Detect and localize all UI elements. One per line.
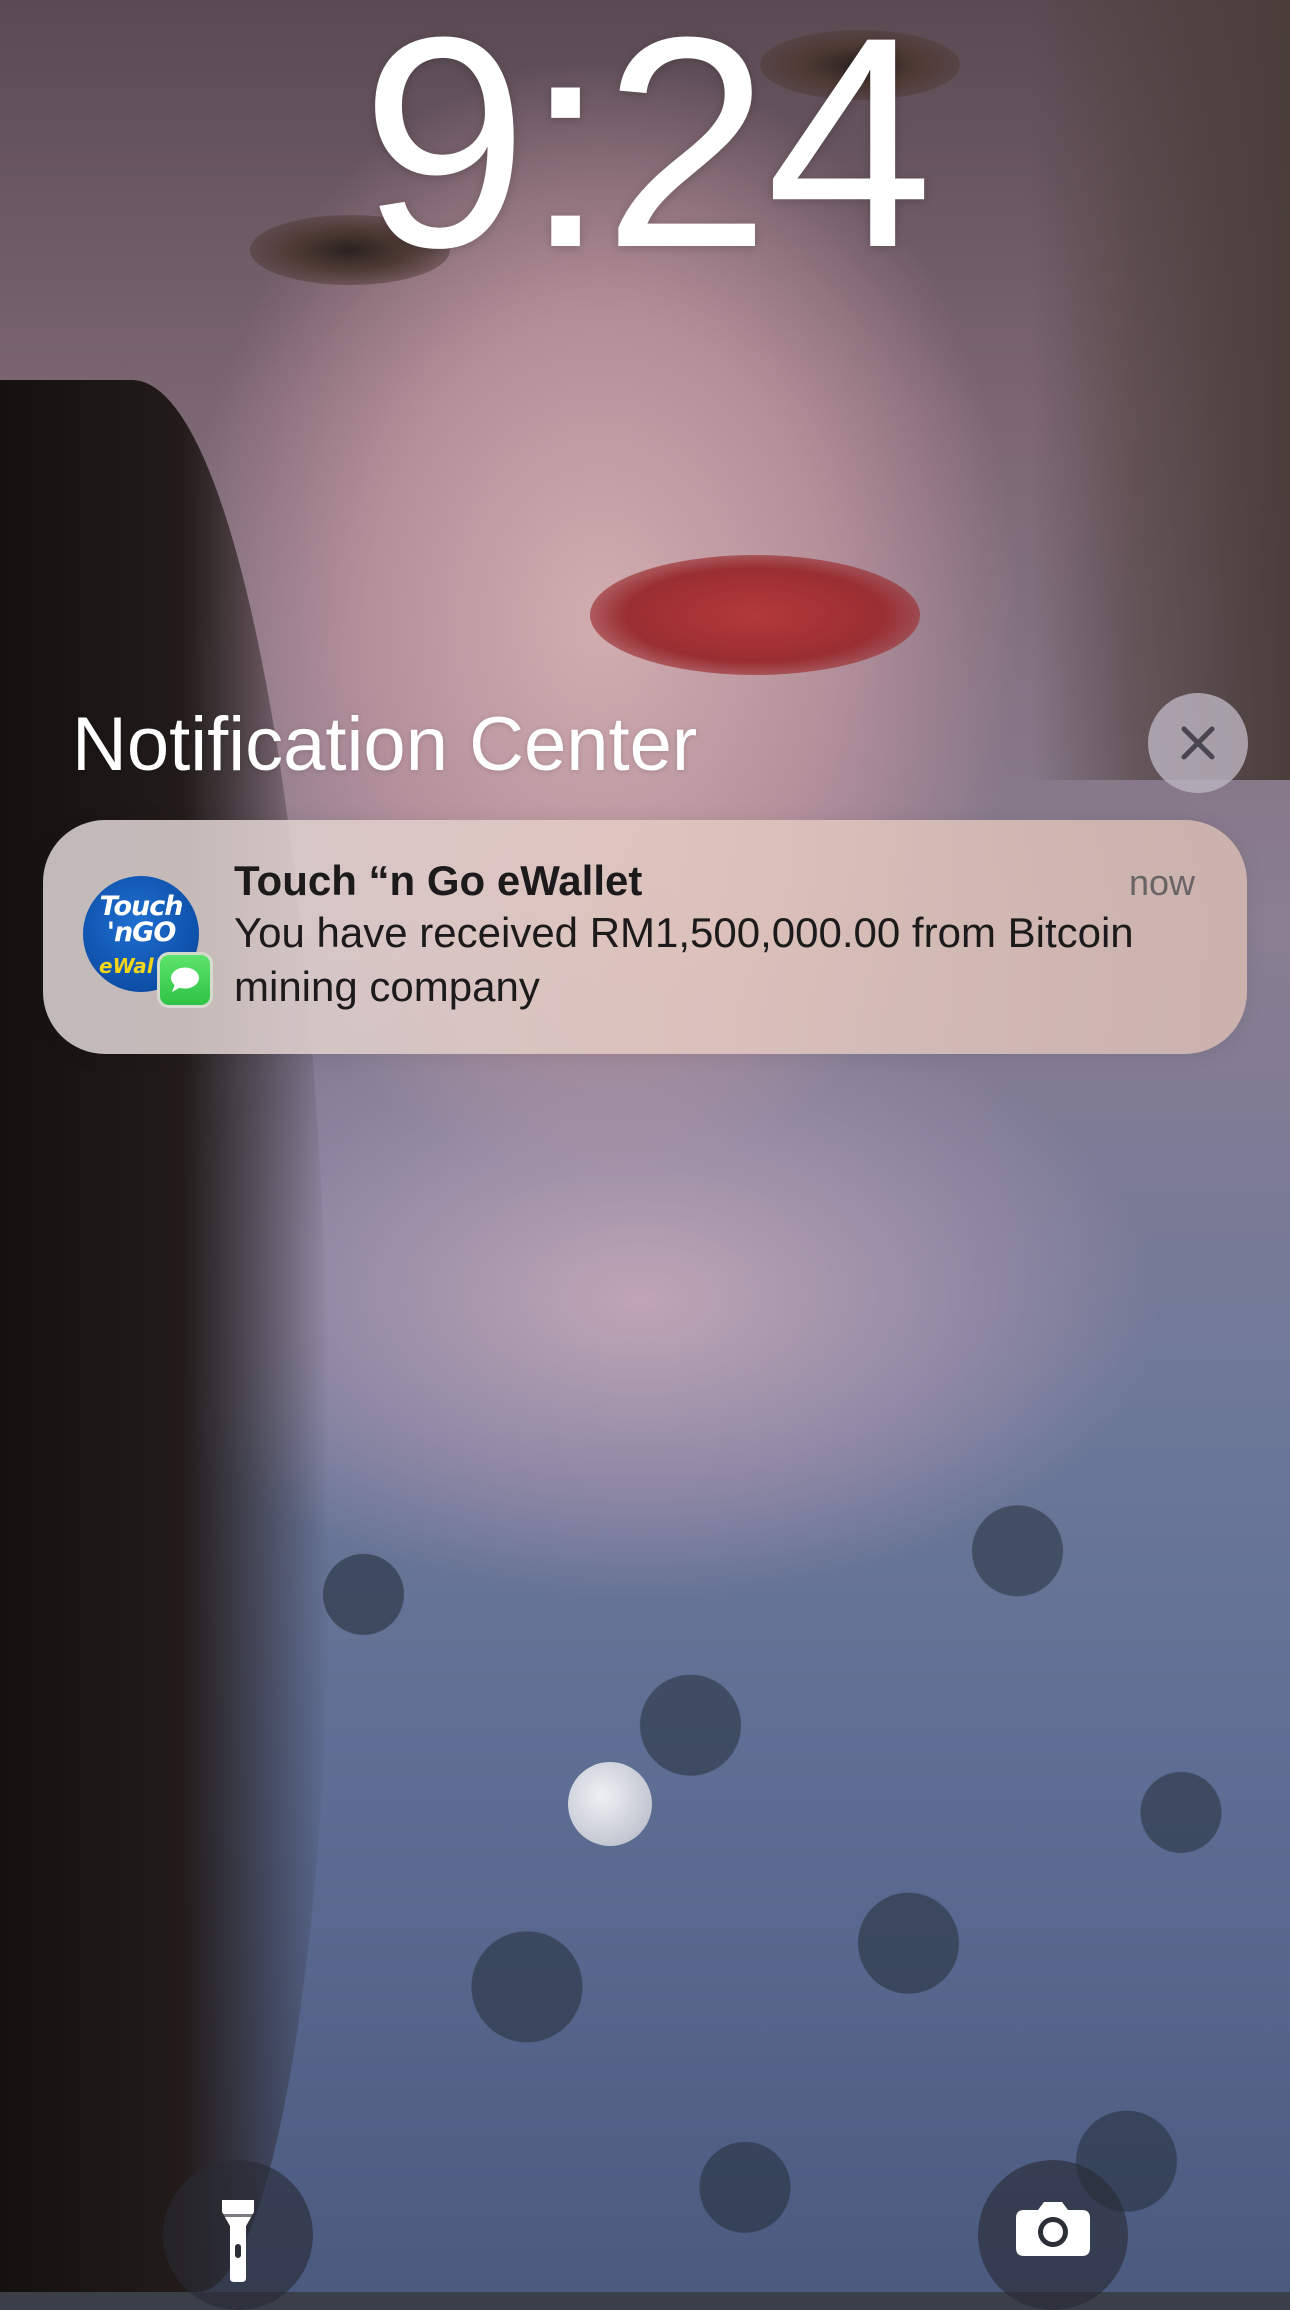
flashlight-icon <box>222 2200 254 2282</box>
notification-card[interactable]: Touch 'nGO eWal Touch “n Go eWallet now … <box>43 820 1247 1054</box>
wallpaper-shirt-button <box>568 1762 652 1846</box>
app-logo-text: Touch 'nGO <box>99 891 184 948</box>
wallpaper-photo <box>0 0 1290 2292</box>
notification-app-name: Touch “n Go eWallet <box>234 857 643 904</box>
camera-button[interactable] <box>978 2160 1128 2310</box>
clear-notifications-button[interactable] <box>1148 693 1248 793</box>
flashlight-button[interactable] <box>163 2160 313 2310</box>
notification-message: You have received RM1,500,000.00 from Bi… <box>234 909 1134 1010</box>
notification-timestamp: now <box>1128 862 1195 903</box>
camera-icon <box>1016 2202 1090 2256</box>
wallpaper-shirt-pattern <box>200 1420 1290 2292</box>
close-icon <box>1181 726 1215 760</box>
lock-screen-clock: 9:24 <box>361 0 933 310</box>
wallpaper-lips <box>590 555 920 675</box>
app-logo-subtext: eWal <box>99 954 154 978</box>
notification-center-title: Notification Center <box>72 702 698 787</box>
messages-icon <box>157 952 213 1008</box>
